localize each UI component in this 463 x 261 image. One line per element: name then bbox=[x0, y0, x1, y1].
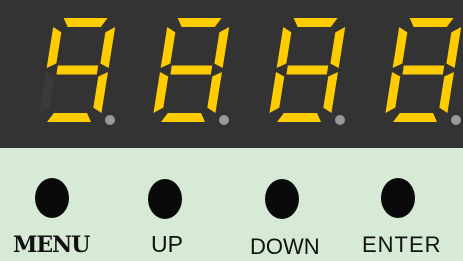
enter-button[interactable] bbox=[381, 178, 415, 218]
segment-g bbox=[170, 65, 213, 75]
segment-e bbox=[269, 72, 285, 113]
up-label: UP bbox=[151, 231, 183, 257]
segment-c bbox=[323, 72, 338, 113]
segment-c bbox=[93, 72, 108, 113]
segment-e bbox=[153, 72, 169, 113]
down-label: DOWN bbox=[250, 234, 320, 259]
menu-button[interactable] bbox=[35, 178, 69, 218]
digit-4 bbox=[385, 18, 462, 125]
segment-b bbox=[330, 27, 346, 68]
segment-g bbox=[286, 65, 329, 75]
segment-a bbox=[293, 18, 338, 27]
decimal-point bbox=[451, 115, 461, 125]
down-button[interactable] bbox=[265, 179, 299, 219]
segment-f bbox=[392, 27, 408, 68]
decimal-point bbox=[335, 115, 345, 125]
segment-a bbox=[177, 18, 222, 27]
menu-label: MENU bbox=[13, 232, 90, 258]
enter-label: ENTER bbox=[362, 232, 442, 257]
segment-f bbox=[160, 27, 176, 68]
control-panel: MENU UP DOWN ENTER bbox=[0, 0, 463, 261]
segment-c bbox=[207, 72, 222, 113]
digit-readout bbox=[39, 18, 462, 125]
segment-d bbox=[393, 113, 437, 122]
digit-3 bbox=[269, 18, 346, 125]
segment-a bbox=[63, 18, 108, 27]
segment-e bbox=[385, 72, 401, 113]
segment-a bbox=[409, 18, 454, 27]
segment-b bbox=[100, 27, 116, 68]
decimal-point bbox=[219, 115, 229, 125]
segment-c bbox=[439, 72, 454, 113]
segment-f bbox=[46, 27, 62, 68]
digit-1 bbox=[39, 18, 116, 125]
segment-g bbox=[56, 65, 99, 75]
digit-2 bbox=[153, 18, 230, 125]
segment-b bbox=[446, 27, 462, 68]
up-button[interactable] bbox=[148, 179, 182, 219]
segment-d bbox=[277, 113, 321, 122]
seven-segment-display bbox=[0, 0, 463, 148]
segment-g bbox=[402, 65, 445, 75]
segment-f bbox=[276, 27, 292, 68]
segment-b bbox=[214, 27, 230, 68]
segment-d bbox=[47, 113, 91, 122]
decimal-point bbox=[105, 115, 115, 125]
segment-d bbox=[161, 113, 205, 122]
segment-e bbox=[39, 72, 55, 113]
